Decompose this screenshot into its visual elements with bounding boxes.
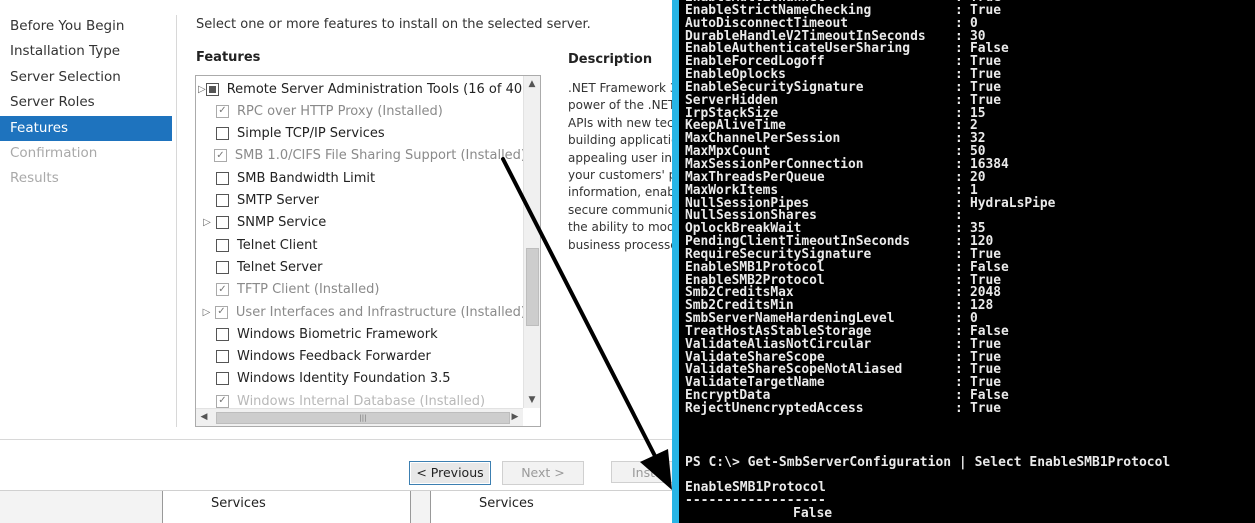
description-line: building applicatio xyxy=(568,133,672,148)
scroll-down-icon[interactable]: ▼ xyxy=(524,392,540,408)
feature-label: Windows Identity Foundation 3.5 xyxy=(237,371,451,387)
previous-button[interactable]: < Previous xyxy=(409,461,491,485)
feature-label: Telnet Server xyxy=(237,259,323,275)
feature-description: .NET Framework 3 power of the .NET APIs wi… xyxy=(568,80,672,254)
feature-label: Windows Internal Database (Installed) xyxy=(237,393,486,409)
scroll-left-icon[interactable]: ◀ xyxy=(196,409,212,426)
feature-checkbox[interactable]: ✓ xyxy=(213,149,227,163)
scroll-up-icon[interactable]: ▲ xyxy=(524,76,540,92)
feature-label: Remote Server Administration Tools (16 o… xyxy=(226,81,541,97)
features-list[interactable]: ✓ Windows Internal Database (Installed) Wi… xyxy=(195,75,541,427)
feature-row[interactable]: Windows Biometric Framework xyxy=(196,323,526,345)
config-property-row: RejectUnencryptedAccess: True xyxy=(685,401,1055,416)
nav-server-roles[interactable]: Server Roles xyxy=(0,90,172,115)
feature-label: SMB Bandwidth Limit xyxy=(237,170,376,186)
property-value: True xyxy=(970,401,1002,416)
expand-arrow-icon[interactable]: ▷ xyxy=(198,307,215,318)
feature-label: Windows Feedback Forwarder xyxy=(237,349,431,365)
property-name: RejectUnencryptedAccess xyxy=(685,401,864,416)
footer-divider xyxy=(0,439,672,440)
feature-checkbox[interactable] xyxy=(216,238,229,252)
feature-checkbox[interactable] xyxy=(216,127,229,141)
features-horizontal-scrollbar[interactable]: ◀ ||| ▶ xyxy=(196,408,523,426)
feature-checkbox[interactable]: ✓ xyxy=(214,305,228,319)
description-line: appealing user int xyxy=(568,150,672,165)
nav-server-selection[interactable]: Server Selection xyxy=(0,65,172,90)
nav-divider xyxy=(176,15,177,427)
nav-results: Results xyxy=(10,170,59,187)
feature-row[interactable]: Simple TCP/IP Services xyxy=(196,123,526,145)
features-vertical-scrollbar[interactable]: ▲ ▼ xyxy=(523,76,540,408)
services-label-2: Services xyxy=(479,496,534,511)
features-heading: Features xyxy=(196,50,261,65)
command-line[interactable]: PS C:\> Get-SmbServerConfiguration | Sel… xyxy=(685,455,1170,470)
description-line: .NET Framework 3 xyxy=(568,81,672,95)
feature-label: Windows Biometric Framework xyxy=(237,326,438,342)
powershell-console[interactable]: EnableMultiChannel:TrueEnableStrictNameC… xyxy=(672,0,1255,523)
next-button[interactable]: Next > xyxy=(502,461,584,485)
feature-label: Simple TCP/IP Services xyxy=(237,126,385,142)
scroll-thumb[interactable] xyxy=(526,248,539,326)
horizontal-scroll-thumb[interactable]: ||| xyxy=(216,412,510,424)
feature-label: SMB 1.0/CIFS File Sharing Support (Insta… xyxy=(234,148,526,164)
feature-label: RPC over HTTP Proxy (Installed) xyxy=(237,103,443,119)
feature-row[interactable]: SMB Bandwidth Limit xyxy=(196,167,526,189)
scroll-right-icon[interactable]: ▶ xyxy=(507,409,523,426)
nav-features[interactable]: Features xyxy=(0,115,172,141)
services-label-1: Services xyxy=(211,496,266,511)
output-value: False xyxy=(793,506,833,521)
nav-installation-type[interactable]: Installation Type xyxy=(0,39,172,64)
feature-label: User Interfaces and Infrastructure (Inst… xyxy=(235,304,526,320)
services-column-1: Services xyxy=(162,491,411,523)
feature-label: SNMP Service xyxy=(237,215,327,231)
feature-row[interactable]: Telnet Client xyxy=(196,234,526,256)
feature-label: TFTP Client (Installed) xyxy=(237,282,380,298)
feature-checkbox[interactable] xyxy=(205,82,219,96)
feature-label: Telnet Client xyxy=(237,237,318,253)
feature-checkbox[interactable] xyxy=(216,194,229,207)
feature-row[interactable]: ✓ TFTP Client (Installed) xyxy=(196,279,526,301)
feature-checkbox[interactable] xyxy=(216,372,229,386)
feature-row[interactable]: Telnet Server xyxy=(196,256,526,278)
background-services-strip: Services Services xyxy=(0,490,672,523)
expand-arrow-icon[interactable]: ▷ xyxy=(198,84,206,95)
feature-row[interactable]: ▷ Remote Server Administration Tools (16 … xyxy=(196,78,540,100)
description-line: APIs with new tech xyxy=(568,115,672,130)
description-line: power of the .NET xyxy=(568,98,672,113)
description-line: business processe xyxy=(568,237,672,252)
add-features-wizard: Before You Begin Installation Type Serve… xyxy=(0,0,672,523)
services-column-2: Services xyxy=(430,491,672,523)
feature-checkbox[interactable] xyxy=(216,350,229,364)
instructions-text: Select one or more features to install o… xyxy=(196,17,591,32)
feature-checkbox[interactable]: ✓ xyxy=(216,283,229,297)
property-value: HydraLsPipe xyxy=(970,195,1056,211)
feature-checkbox[interactable]: ✓ xyxy=(216,394,229,408)
feature-row[interactable]: ▷ SNMP Service xyxy=(196,212,526,234)
feature-row[interactable]: Windows Feedback Forwarder xyxy=(196,346,526,368)
feature-row[interactable]: Windows Identity Foundation 3.5 xyxy=(196,368,526,390)
install-button[interactable]: Insta xyxy=(611,461,672,483)
feature-checkbox[interactable] xyxy=(216,327,229,341)
description-line: the ability to mod xyxy=(568,220,672,235)
property-separator: : xyxy=(955,401,963,416)
feature-row[interactable]: ✓ SMB 1.0/CIFS File Sharing Support (Inst… xyxy=(196,145,526,167)
feature-checkbox[interactable] xyxy=(216,260,229,274)
description-heading: Description xyxy=(568,52,653,67)
feature-row[interactable]: ▷ ✓ User Interfaces and Infrastructure (In… xyxy=(196,301,526,323)
description-line: information, enabl xyxy=(568,185,672,200)
wizard-nav: Before You Begin Installation Type Serve… xyxy=(0,14,172,192)
expand-arrow-icon[interactable]: ▷ xyxy=(198,217,216,228)
smb-config-output: EnableMultiChannel:TrueEnableStrictNameC… xyxy=(685,0,1055,416)
feature-row[interactable]: ✓ RPC over HTTP Proxy (Installed) xyxy=(196,100,526,122)
feature-checkbox[interactable] xyxy=(216,216,229,230)
description-line: secure communica xyxy=(568,202,672,217)
feature-label: SMTP Server xyxy=(237,193,320,208)
feature-checkbox[interactable] xyxy=(216,171,229,185)
feature-checkbox[interactable]: ✓ xyxy=(216,104,229,118)
feature-row[interactable]: SMTP Server xyxy=(196,190,526,212)
nav-confirmation: Confirmation xyxy=(10,144,98,161)
description-line: your customers' p xyxy=(568,168,672,183)
nav-before-you-begin[interactable]: Before You Begin xyxy=(0,14,172,39)
